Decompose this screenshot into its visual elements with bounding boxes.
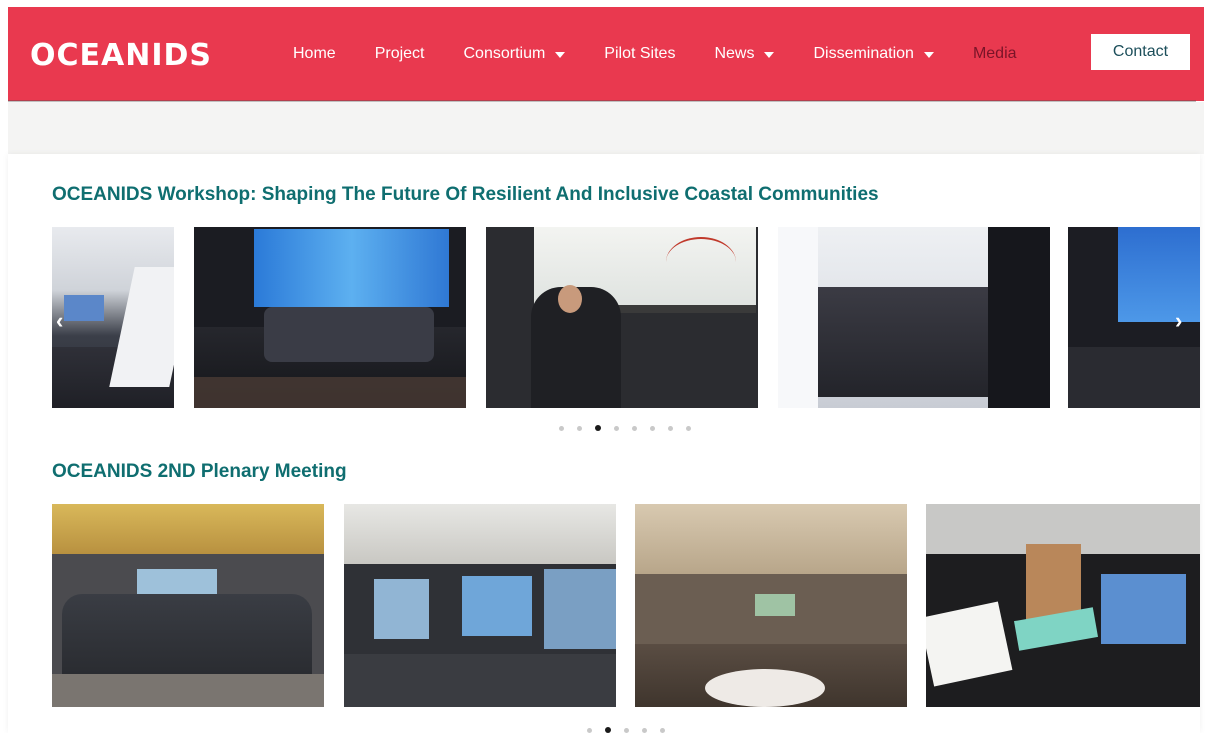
- carousel-dot-active[interactable]: [595, 425, 601, 431]
- carousel-dot[interactable]: [660, 727, 665, 733]
- workshop-photo-3[interactable]: [486, 227, 758, 408]
- carousel-dot[interactable]: [686, 425, 691, 431]
- contact-button[interactable]: Contact: [1091, 34, 1190, 70]
- workshop-photo-1[interactable]: [52, 227, 174, 408]
- nav-project-label: Project: [374, 45, 425, 62]
- nav-dissemination-label: Dissemination: [813, 45, 914, 62]
- logo-text: OCEANIDS: [30, 37, 213, 73]
- carousel-dot[interactable]: [577, 425, 582, 431]
- nav-home-label: Home: [293, 45, 336, 62]
- nav-project[interactable]: Project: [375, 45, 425, 63]
- page: OCEANIDS Home Project Consortium Pilot S…: [0, 0, 1205, 733]
- plenary-carousel-dots: [587, 727, 678, 733]
- nav-pilot-sites-label: Pilot Sites: [604, 45, 676, 62]
- nav-media[interactable]: Media: [973, 45, 1017, 63]
- carousel-dot-active[interactable]: [605, 727, 611, 733]
- nav-news[interactable]: News: [714, 45, 775, 63]
- nav-pilot-sites[interactable]: Pilot Sites: [604, 45, 675, 63]
- carousel-dot[interactable]: [624, 727, 629, 733]
- chevron-left-icon[interactable]: ‹: [56, 308, 63, 334]
- section-title-workshop: OCEANIDS Workshop: Shaping The Future Of…: [52, 184, 879, 205]
- spacer-band: [8, 102, 1204, 154]
- workshop-carousel-dots: [559, 425, 704, 431]
- nav-news-label: News: [714, 45, 755, 62]
- plenary-photo-2[interactable]: [344, 504, 616, 707]
- plenary-photo-3[interactable]: [635, 504, 907, 707]
- contact-button-label: Contact: [1112, 43, 1169, 60]
- carousel-dot[interactable]: [614, 425, 619, 431]
- gallery-content: OCEANIDS Workshop: Shaping The Future Of…: [8, 154, 1200, 733]
- site-header: OCEANIDS Home Project Consortium Pilot S…: [8, 7, 1204, 101]
- carousel-dot[interactable]: [650, 425, 655, 431]
- nav-dissemination[interactable]: Dissemination: [813, 45, 934, 63]
- plenary-photo-4[interactable]: [926, 504, 1200, 707]
- carousel-dot[interactable]: [642, 727, 647, 733]
- carousel-dot[interactable]: [587, 727, 592, 733]
- oceanids-logo[interactable]: OCEANIDS: [30, 35, 212, 75]
- chevron-down-icon: [555, 52, 566, 58]
- plenary-photo-1[interactable]: [52, 504, 324, 707]
- carousel-dot[interactable]: [668, 425, 673, 431]
- main-nav: Home Project Consortium Pilot Sites News…: [293, 7, 1056, 101]
- nav-consortium[interactable]: Consortium: [463, 45, 566, 63]
- chevron-down-icon: [923, 52, 934, 58]
- nav-consortium-label: Consortium: [463, 45, 546, 62]
- nav-media-label: Media: [972, 45, 1017, 62]
- workshop-photo-4[interactable]: [778, 227, 1050, 408]
- carousel-dot[interactable]: [632, 425, 637, 431]
- nav-home[interactable]: Home: [293, 45, 336, 63]
- chevron-down-icon: [764, 52, 775, 58]
- carousel-dot[interactable]: [559, 425, 564, 431]
- section-title-plenary: OCEANIDS 2ND Plenary Meeting: [52, 461, 347, 482]
- chevron-right-icon[interactable]: ›: [1175, 308, 1182, 334]
- workshop-photo-2[interactable]: [194, 227, 466, 408]
